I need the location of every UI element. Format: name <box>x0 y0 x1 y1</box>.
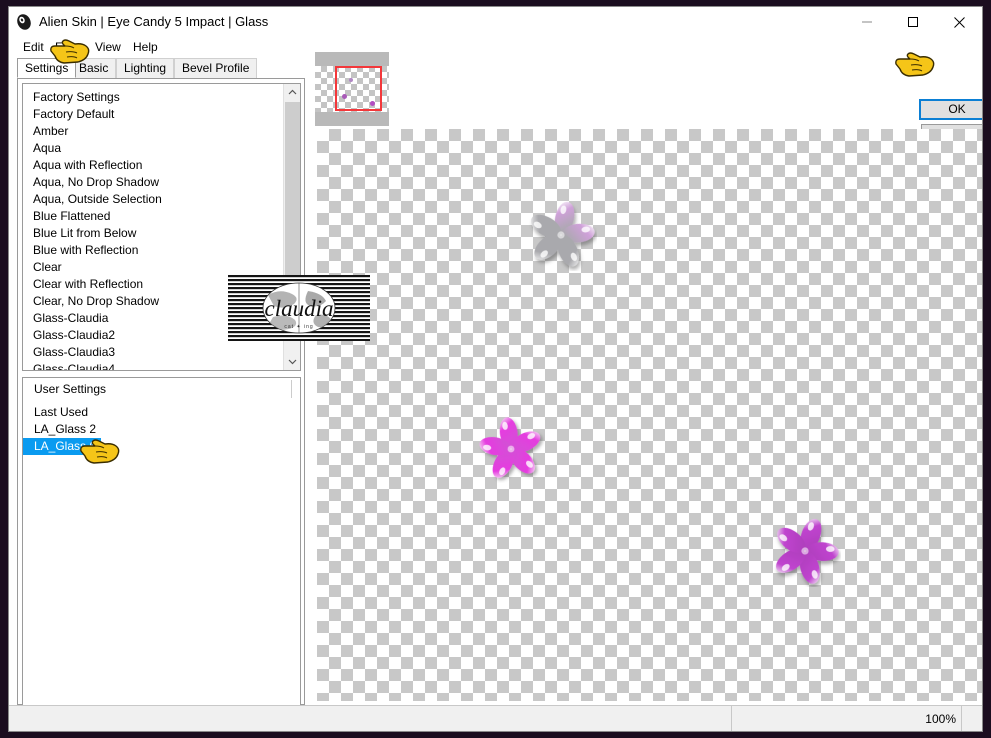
minimize-button[interactable] <box>844 7 890 37</box>
scrollbar-thumb[interactable] <box>285 102 300 302</box>
menu-item-help[interactable]: Help <box>127 39 164 55</box>
header-divider <box>291 380 292 398</box>
factory-list-item[interactable]: Glass-Claudia3 <box>23 344 283 361</box>
tab-bevel-profile[interactable]: Bevel Profile <box>174 58 258 78</box>
preview-canvas[interactable] <box>317 129 982 701</box>
chevron-down-icon[interactable] <box>284 353 300 370</box>
status-bar: 100% <box>9 705 982 731</box>
svg-text:claudia: claudia <box>265 296 334 321</box>
flower-purple <box>769 515 841 587</box>
navigator-flower-dot <box>370 101 375 106</box>
title-bar: Alien Skin | Eye Candy 5 Impact | Glass <box>9 7 982 37</box>
factory-list-item[interactable]: Factory Settings <box>23 89 283 106</box>
factory-list-item[interactable]: Factory Default <box>23 106 283 123</box>
factory-list-item[interactable]: Glass-Claudia4 <box>23 361 283 370</box>
factory-list-item[interactable]: Aqua with Reflection <box>23 157 283 174</box>
menu-item-edit[interactable]: Edit <box>17 39 50 55</box>
flower-pale <box>525 199 597 271</box>
alien-skin-icon <box>15 13 33 31</box>
user-list-item-label[interactable]: Last Used <box>23 405 88 419</box>
user-list-item[interactable]: Last Used <box>23 404 300 421</box>
menu-item-view[interactable]: View <box>89 39 127 55</box>
window-title: Alien Skin | Eye Candy 5 Impact | Glass <box>39 14 269 29</box>
tab-lighting[interactable]: Lighting <box>116 58 175 78</box>
zoom-level-indicator: 100% <box>925 712 956 726</box>
user-list-item[interactable]: LA_Glass 6 <box>23 438 300 455</box>
user-settings-label: User Settings <box>34 382 107 396</box>
factory-list-item[interactable]: Blue with Reflection <box>23 242 283 259</box>
maximize-button[interactable] <box>890 7 936 37</box>
navigator-viewport-rect[interactable] <box>335 66 382 111</box>
factory-list-item[interactable]: Aqua <box>23 140 283 157</box>
user-settings-list[interactable]: User Settings Last Used LA_Glass 2 LA_Glas… <box>22 377 301 731</box>
navigator-flower-dot <box>349 78 353 82</box>
status-divider <box>731 706 732 731</box>
factory-list-item[interactable]: Aqua, No Drop Shadow <box>23 174 283 191</box>
chevron-up-icon[interactable] <box>284 84 300 101</box>
close-button[interactable] <box>936 7 982 37</box>
claudia-watermark: claudia cat ✦ ing <box>228 275 370 341</box>
pointing-hand-cursor-filter <box>48 35 90 68</box>
navigator-thumbnail[interactable] <box>315 52 389 126</box>
user-settings-items: Last Used LA_Glass 2 LA_Glass 6 <box>23 404 300 455</box>
factory-list-item[interactable]: Amber <box>23 123 283 140</box>
svg-text:cat ✦ ing: cat ✦ ing <box>284 324 313 330</box>
pointing-hand-cursor-user-setting <box>78 435 120 468</box>
ok-button[interactable]: OK <box>919 99 982 120</box>
pointing-hand-cursor-ok <box>893 48 935 81</box>
user-list-item-label[interactable]: LA_Glass 2 <box>23 422 96 436</box>
user-settings-header: User Settings <box>23 378 300 400</box>
factory-list-item[interactable]: Blue Flattened <box>23 208 283 225</box>
flower-magenta <box>477 415 545 483</box>
status-divider-right <box>961 706 962 731</box>
factory-list-item[interactable]: Blue Lit from Below <box>23 225 283 242</box>
user-list-item[interactable]: LA_Glass 2 <box>23 421 300 438</box>
preview-panel: Preview Background: None OK Cancel <box>311 50 982 705</box>
application-window: Alien Skin | Eye Candy 5 Impact | Glass … <box>8 6 983 732</box>
factory-list-item[interactable]: Clear <box>23 259 283 276</box>
navigator-flower-dot <box>342 94 347 99</box>
factory-list-item[interactable]: Aqua, Outside Selection <box>23 191 283 208</box>
settings-panel: Factory Settings Factory Default Amber Aqua… <box>17 78 305 731</box>
